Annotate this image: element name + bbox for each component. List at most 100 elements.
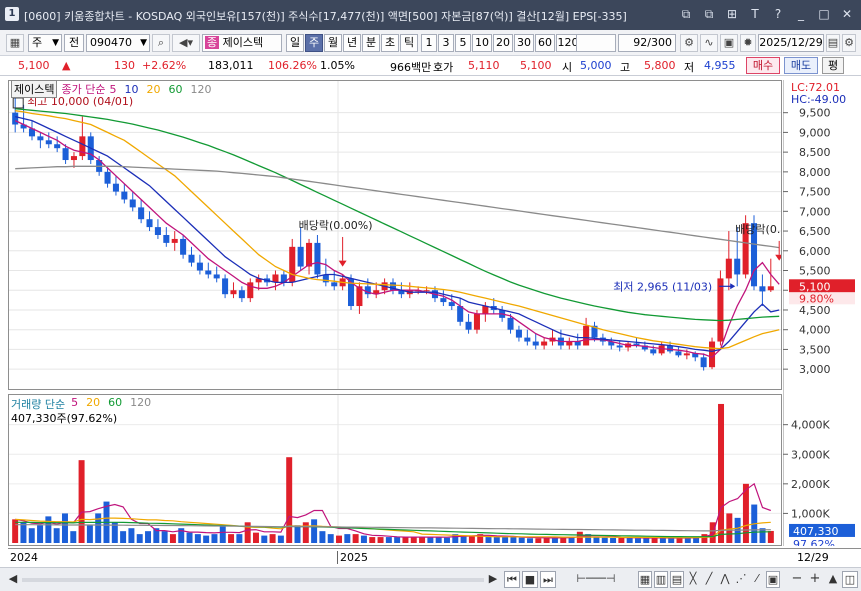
sell-button[interactable]: 매도 (784, 57, 818, 74)
volume-bar (244, 522, 251, 543)
tab-interval-2[interactable]: 5 (455, 34, 471, 52)
up-arrow-icon[interactable]: ▲ (826, 571, 840, 588)
tab-interval-1[interactable]: 3 (438, 34, 454, 52)
volume-bar (468, 535, 475, 543)
rewind-button[interactable]: ⏮ (504, 571, 520, 588)
volume-chart-svg (9, 395, 781, 545)
volume-bar (352, 534, 359, 543)
copy-window-icon[interactable]: ⧉ (701, 6, 717, 22)
legend-ma-20[interactable]: 20 (146, 83, 160, 96)
scrollbar-track[interactable] (22, 578, 484, 582)
indicator-icon[interactable]: ∿ (700, 34, 718, 52)
date-input[interactable]: 2025/12/29 (758, 34, 824, 52)
trend-icon[interactable]: ⋰ (734, 571, 748, 588)
price-chart-panel[interactable]: 최고 10,000 (04/01) 최저 2,965 (11/03) 배당락(0.0… (8, 80, 809, 390)
speed-slider[interactable]: ⊢───⊣ (562, 571, 630, 588)
candle (297, 227, 304, 271)
bottom-control-bar: ◀ ▶ ⏮ ■ ⏭ ⊢───⊣ ▦ ▥ ▤ ╳ ╱ ⋀ ⋰ ⁄ ▣ − + ▲ … (0, 567, 861, 591)
price-chart-svg: 최고 10,000 (04/01)최저 2,965 (11/03)배당락(0.0… (9, 81, 809, 389)
data-count-field[interactable]: 92/300 (618, 34, 676, 52)
interval-custom-input[interactable] (576, 34, 616, 52)
volume-bar (427, 537, 434, 543)
legend-stock-name[interactable]: 제이스텍 (11, 80, 58, 98)
search-icon[interactable]: ⌕ (152, 34, 170, 52)
volume-bar (319, 531, 326, 543)
volume-bar (20, 522, 27, 543)
stop-button[interactable]: ■ (522, 571, 538, 588)
app-number-icon[interactable]: 1 (5, 7, 19, 21)
eval-button[interactable]: 평 (822, 57, 844, 74)
volume-bar (643, 537, 650, 543)
candle (138, 199, 145, 224)
font-size-icon[interactable]: T (747, 6, 763, 22)
zoom-in-button[interactable]: + (808, 571, 822, 588)
help-icon[interactable]: ? (770, 6, 786, 22)
draw-icon[interactable]: ⁄ (750, 571, 764, 588)
zigzag-icon[interactable]: ⋀ (718, 571, 732, 588)
tab-period-2[interactable]: 월 (324, 34, 342, 52)
data-count-value: 92 (633, 36, 648, 49)
tab-interval-0[interactable]: 1 (421, 34, 437, 52)
candle (583, 317, 590, 346)
link-window-icon[interactable]: ⧉ (678, 6, 694, 22)
volume-bar (261, 535, 268, 543)
close-button[interactable]: ✕ (839, 6, 855, 22)
layout-icon[interactable]: ▦ (638, 571, 652, 588)
legend-ma-120[interactable]: 120 (190, 83, 211, 96)
tab-intraday-2[interactable]: 틱 (400, 34, 418, 52)
candle (171, 231, 178, 251)
split-icon[interactable]: ▥ (654, 571, 668, 588)
chart-settings-icon[interactable]: ⚙ (680, 34, 698, 52)
print-icon[interactable]: ▣ (766, 571, 780, 588)
save-icon[interactable]: ▣ (720, 34, 738, 52)
line-icon[interactable]: ╱ (702, 571, 716, 588)
tab-interval-4[interactable]: 20 (493, 34, 513, 52)
volume-bar (95, 513, 102, 543)
price-tick-label: 7,500 (799, 186, 831, 199)
price-tick-label: 8,000 (799, 166, 831, 179)
legend-ma-5[interactable]: 5 (109, 83, 116, 96)
volume-bar (45, 516, 52, 543)
buy-button[interactable]: 매수 (746, 57, 780, 74)
tab-intraday-1[interactable]: 초 (381, 34, 399, 52)
scroll-left-icon[interactable]: ◀ (6, 571, 20, 588)
tab-interval-3[interactable]: 10 (472, 34, 492, 52)
volume-legend-120[interactable]: 120 (130, 396, 151, 412)
table-icon[interactable]: ▤ (670, 571, 684, 588)
legend-ma-periods: 5 10 20 60 120 (109, 83, 211, 96)
price-tick-label: 6,500 (799, 225, 831, 238)
tab-interval-5[interactable]: 30 (514, 34, 534, 52)
fit-icon[interactable]: ◫ (842, 571, 858, 588)
minimize-button[interactable]: _ (793, 6, 809, 22)
legend-ma-60[interactable]: 60 (168, 83, 182, 96)
tab-period-1[interactable]: 주 (305, 34, 323, 52)
forward-button[interactable]: ⏭ (540, 571, 556, 588)
volume-bar (53, 528, 60, 543)
legend-ma-10[interactable]: 10 (124, 83, 138, 96)
gear-icon[interactable]: ✹ (740, 34, 756, 52)
volume-tick-label: 3,000K (791, 448, 830, 461)
grid-select-icon[interactable]: ▦ (6, 34, 24, 52)
cross-icon[interactable]: ╳ (686, 571, 700, 588)
stock-name-field[interactable]: 종 제이스텍 (202, 34, 282, 52)
stock-code-input[interactable]: 090470 ▼ (86, 34, 150, 52)
tab-intraday-0[interactable]: 분 (362, 34, 380, 52)
tab-period-0[interactable]: 일 (286, 34, 304, 52)
config-icon[interactable]: ⚙ (842, 34, 856, 52)
sound-icon[interactable]: ◀▾ (172, 34, 200, 52)
maximize-button[interactable]: □ (816, 6, 832, 22)
tile-window-icon[interactable]: ⊞ (724, 6, 740, 22)
tab-interval-6[interactable]: 60 (535, 34, 555, 52)
calendar-icon[interactable]: ▤ (826, 34, 840, 52)
low-label: 저 (684, 61, 695, 74)
market-type-select[interactable]: 주 ▼ (28, 34, 62, 52)
scroll-right-icon[interactable]: ▶ (486, 571, 500, 588)
open-price: 5,000 (580, 59, 612, 72)
volume-chart-panel[interactable]: 거래량 단순 5 20 60 120 407,330주(97.62%) (8, 394, 782, 546)
price-tick-label: 4,000 (799, 324, 831, 337)
prev-button[interactable]: 전 (64, 34, 84, 52)
tab-period-3[interactable]: 년 (343, 34, 361, 52)
volume-bar (518, 537, 525, 543)
zoom-out-button[interactable]: − (790, 571, 804, 588)
volume-bar (759, 528, 766, 543)
